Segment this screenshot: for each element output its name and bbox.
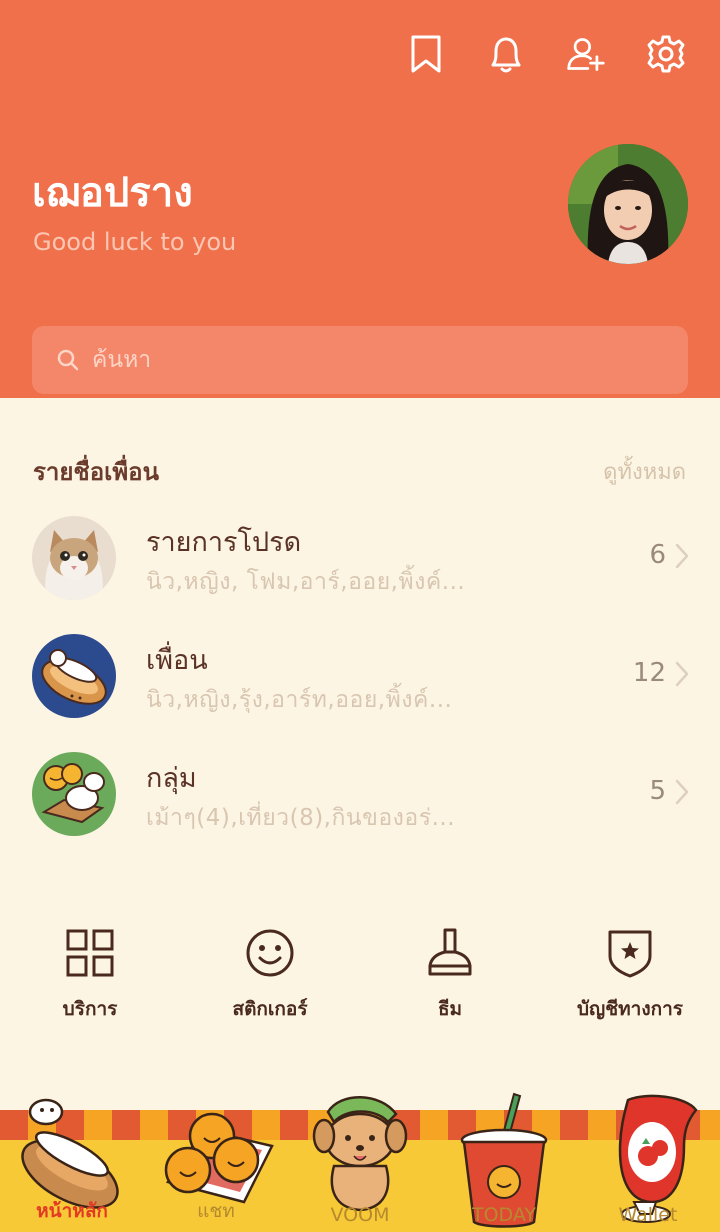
shortcut-label: บริการ bbox=[62, 998, 118, 1020]
header-toolbar bbox=[406, 32, 686, 76]
nav-label: แชท bbox=[197, 1200, 235, 1222]
list-item-title: เพื่อน bbox=[146, 645, 208, 676]
list-item-subtitle: นิว,หญิง,รุ้ง,อาร์ท,ออย,พิ้งค์... bbox=[146, 687, 453, 713]
shield-star-icon bbox=[608, 930, 652, 978]
favorites-thumbnail bbox=[32, 516, 116, 600]
search-icon bbox=[57, 349, 79, 371]
search-bar[interactable]: ค้นหา bbox=[32, 326, 688, 394]
bell-icon[interactable] bbox=[486, 32, 526, 76]
brush-icon bbox=[428, 928, 472, 976]
shortcut-services[interactable]: บริการ bbox=[15, 926, 165, 1024]
avatar[interactable] bbox=[568, 144, 688, 264]
friends-thumbnail bbox=[32, 634, 116, 718]
nav-tab-today[interactable]: TODAY bbox=[432, 1090, 576, 1232]
nav-tab-home[interactable]: หน้าหลัก bbox=[0, 1090, 144, 1232]
nav-tab-chat[interactable]: แชท bbox=[144, 1090, 288, 1232]
nav-label: Wallet bbox=[618, 1204, 678, 1226]
shortcut-label: บัญชีทางการ bbox=[577, 998, 683, 1020]
list-item-title: รายการโปรด bbox=[146, 527, 302, 558]
groups-thumbnail bbox=[32, 752, 116, 836]
grid-icon bbox=[66, 929, 114, 977]
shortcut-themes[interactable]: ธีม bbox=[375, 926, 525, 1024]
gear-icon[interactable] bbox=[646, 32, 686, 76]
list-item-count: 6 bbox=[649, 540, 666, 570]
nav-label: หน้าหลัก bbox=[36, 1200, 108, 1222]
friend-list-friends[interactable]: เพื่อน นิว,หญิง,รุ้ง,อาร์ท,ออย,พิ้งค์...… bbox=[0, 634, 720, 734]
nav-tab-wallet[interactable]: Wallet bbox=[576, 1090, 720, 1232]
friends-section-title: รายชื่อเพื่อน bbox=[33, 458, 159, 486]
chevron-right-icon bbox=[675, 661, 689, 687]
chevron-right-icon bbox=[675, 779, 689, 805]
list-item-subtitle: เม้าๆ(4),เที่ยว(8),กินของอร่... bbox=[146, 805, 456, 831]
search-placeholder: ค้นหา bbox=[92, 347, 152, 373]
nav-tab-voom[interactable]: VOOM bbox=[288, 1090, 432, 1232]
see-all-link[interactable]: ดูทั้งหมด bbox=[603, 454, 686, 489]
friend-list-groups[interactable]: กลุ่ม เม้าๆ(4),เที่ยว(8),กินของอร่... 5 bbox=[0, 752, 720, 852]
profile-name[interactable]: เฌอปราง bbox=[32, 160, 193, 224]
shortcut-label: ธีม bbox=[437, 998, 463, 1020]
list-item-count: 5 bbox=[649, 776, 666, 806]
shortcut-official-accounts[interactable]: บัญชีทางการ bbox=[555, 926, 705, 1024]
smiley-icon bbox=[246, 929, 294, 977]
nav-label: VOOM bbox=[330, 1204, 390, 1226]
add-friend-icon[interactable] bbox=[566, 32, 606, 76]
shortcut-bar: บริการ สติกเกอร์ ธีม บัญชีทางการ bbox=[0, 926, 720, 1036]
friend-list-favorites[interactable]: รายการโปรด นิว,หญิง, โฟม,อาร์,ออย,พิ้งค์… bbox=[0, 516, 720, 616]
profile-header: เฌอปราง Good luck to you ค้นหา bbox=[0, 0, 720, 398]
chevron-right-icon bbox=[675, 543, 689, 569]
list-item-subtitle: นิว,หญิง, โฟม,อาร์,ออย,พิ้งค์... bbox=[146, 569, 466, 595]
bottom-navigation: หน้าหลัก แชท VOOM TODAY Wallet bbox=[0, 1090, 720, 1232]
shortcut-label: สติกเกอร์ bbox=[232, 998, 308, 1020]
status-message[interactable]: Good luck to you bbox=[33, 228, 236, 256]
bookmark-icon[interactable] bbox=[406, 32, 446, 76]
shortcut-stickers[interactable]: สติกเกอร์ bbox=[195, 926, 345, 1024]
list-item-title: กลุ่ม bbox=[146, 763, 197, 794]
nav-label: TODAY bbox=[472, 1204, 536, 1226]
list-item-count: 12 bbox=[632, 658, 666, 688]
